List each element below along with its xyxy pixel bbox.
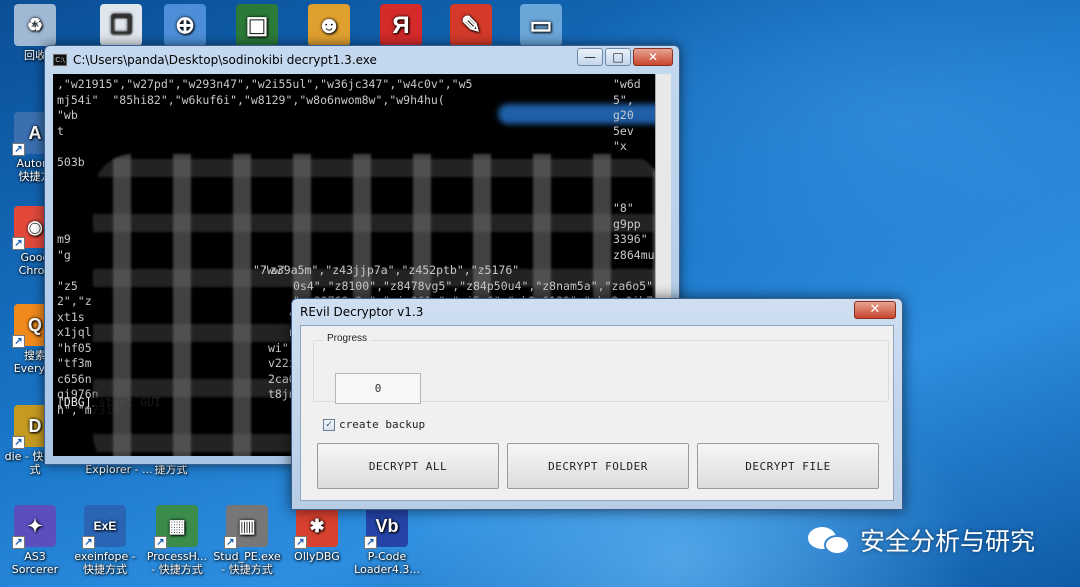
decrypt-file-button[interactable]: DECRYPT FILE — [697, 443, 879, 489]
desktop-shortcut[interactable]: ▥ ↗ Stud_PE.exe - 快捷方式 — [212, 505, 282, 576]
dialog-title: REvil Decryptor v1.3 — [300, 305, 424, 319]
desktop-shortcut-label: ProcessH... - 快捷方式 — [146, 550, 208, 576]
shortcut-arrow-icon: ↗ — [294, 536, 307, 549]
console-fragment: "z39a5m","z43jjp7a","z452ptb","z5176" — [263, 263, 520, 277]
decrypt-all-button[interactable]: DECRYPT ALL — [317, 443, 499, 489]
progress-group: Progress 0 — [313, 333, 889, 404]
console-fragment: 5", — [613, 92, 634, 107]
desktop-shortcut[interactable]: ▦ ↗ ProcessH... - 快捷方式 — [142, 505, 212, 576]
console-line: ,"w21915","w27pd","w293n47","w2i55ul","w… — [57, 77, 473, 91]
create-backup-label[interactable]: create backup — [339, 418, 425, 431]
progress-group-label: Progress — [324, 333, 371, 344]
desktop-shortcut-label: exeinfope - 快捷方式 — [74, 550, 136, 576]
close-button[interactable]: ✕ — [633, 48, 673, 66]
ollydbg-icon: ✱ ↗ — [294, 505, 338, 549]
as3-sorcerer-icon: ✦ ↗ — [12, 505, 56, 549]
progress-value-field: 0 — [335, 373, 421, 404]
console-fragment: 0s4","z8100","z8478vg5","z84p50u4","z8na… — [293, 278, 654, 293]
console-fragment: "w6d — [613, 77, 641, 91]
console-fragment: wi" — [268, 340, 289, 355]
pcode-loader-icon: Vb ↗ — [364, 505, 408, 549]
shortcut-arrow-icon: ↗ — [12, 335, 25, 348]
studpe-icon: ▥ ↗ — [224, 505, 268, 549]
desktop-shortcut-label: OllyDBG — [294, 550, 340, 563]
r-logo-icon: Я — [380, 4, 422, 46]
install-icon: ⊕ — [164, 4, 206, 46]
desktop-shortcut[interactable]: ❐ — [86, 4, 156, 49]
maximize-button[interactable]: □ — [605, 48, 631, 66]
console-fragment: "x — [613, 139, 627, 153]
exeinfope-icon: ExE ↗ — [82, 505, 126, 549]
shortcut-arrow-icon: ↗ — [154, 536, 167, 549]
desktop-shortcut[interactable]: ✎ — [436, 4, 506, 49]
desktop-shortcut[interactable]: Я — [366, 4, 436, 49]
minimize-button[interactable]: — — [577, 48, 603, 66]
console-title: C:\Users\panda\Desktop\sodinokibi decryp… — [73, 53, 377, 67]
dialog-titlebar[interactable]: REvil Decryptor v1.3 — [292, 299, 902, 325]
create-backup-checkbox[interactable]: ✓ — [323, 418, 335, 431]
console-fragment: g9pp — [613, 216, 641, 231]
console-window-controls: — □ ✕ — [577, 48, 673, 66]
processhacker-icon: ▦ ↗ — [154, 505, 198, 549]
console-fragment: 3396" — [613, 232, 648, 246]
desktop-shortcut[interactable]: ☻ — [294, 4, 364, 49]
console-fragment: 5ev — [613, 123, 634, 138]
dialog-close-button[interactable]: ✕ — [854, 301, 896, 319]
shortcut-arrow-icon: ↗ — [12, 237, 25, 250]
desktop-shortcut[interactable]: ▣ — [222, 4, 292, 49]
desktop-shortcut[interactable]: Vb ↗ P-Code Loader4.3... — [352, 505, 422, 576]
dialog-body: Progress 0 ✓ create backup DECRYPT ALL D… — [300, 325, 894, 501]
console-fragment: g20 — [613, 108, 634, 122]
decrypt-folder-button[interactable]: DECRYPT FOLDER — [507, 443, 689, 489]
wechat-icon — [808, 523, 852, 557]
desktop-shortcut[interactable]: ▭ — [506, 4, 576, 49]
shortcut-arrow-icon: ↗ — [82, 536, 95, 549]
create-backup-row[interactable]: ✓ create backup — [323, 418, 425, 431]
desktop-shortcut[interactable]: ⊕ — [150, 4, 220, 49]
console-fragment: "8" — [613, 201, 634, 215]
watermark: 安全分析与研究 — [808, 522, 1035, 558]
window-stack-icon: ❐ — [100, 4, 142, 46]
shortcut-arrow-icon: ↗ — [364, 536, 377, 549]
recycle-bin-icon: ♻ — [14, 4, 56, 46]
desktop-shortcut-label: AS3 Sorcerer — [11, 550, 59, 576]
console-app-icon: C:\ — [53, 54, 67, 66]
console-fragment: "7ww" — [253, 263, 288, 277]
screen-icon: ▭ — [520, 4, 562, 46]
shortcut-arrow-icon: ↗ — [12, 143, 25, 156]
decryptor-dialog[interactable]: REvil Decryptor v1.3 ✕ Progress 0 ✓ crea… — [291, 298, 903, 510]
shortcut-arrow-icon: ↗ — [12, 436, 25, 449]
desktop-shortcut[interactable]: ✱ ↗ OllyDBG — [282, 505, 352, 563]
character-icon: ☻ — [308, 4, 350, 46]
watermark-text: 安全分析与研究 — [860, 527, 1036, 556]
desktop-shortcut-label: P-Code Loader4.3... — [354, 550, 420, 576]
desktop-shortcut-label: Stud_PE.exe - 快捷方式 — [213, 550, 281, 576]
console-line: t — [57, 123, 64, 138]
desktop-shortcut[interactable]: ✦ ↗ AS3 Sorcerer — [0, 505, 70, 576]
console-fragment: z864mu2b" — [613, 247, 655, 262]
pdf-icon: ✎ — [450, 4, 492, 46]
desktop-shortcut[interactable]: ExE ↗ exeinfope - 快捷方式 — [70, 505, 140, 576]
shortcut-arrow-icon: ↗ — [12, 536, 25, 549]
shortcut-arrow-icon: ↗ — [224, 536, 237, 549]
monitor-icon: ▣ — [236, 4, 278, 46]
